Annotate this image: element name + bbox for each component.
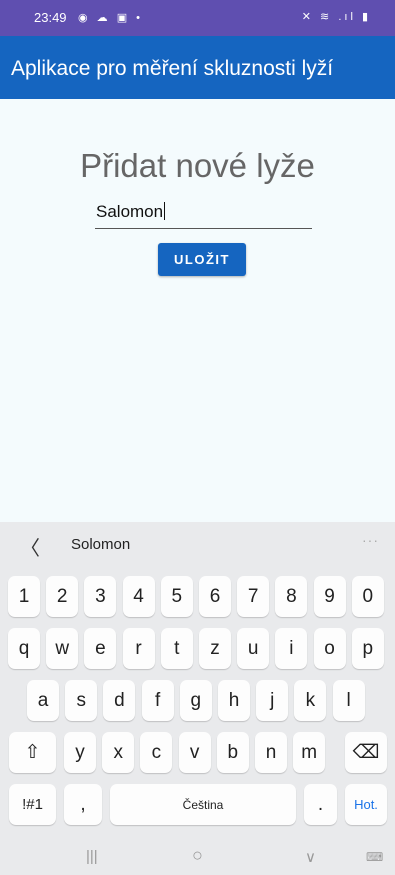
key-b[interactable]: b [216, 732, 249, 773]
key-r[interactable]: r [122, 628, 155, 669]
key-5[interactable]: 5 [160, 576, 193, 617]
key-1[interactable]: 1 [8, 576, 40, 617]
key-f[interactable]: f [141, 680, 174, 721]
navigation-bar: ||| ○ ∨ ⌨ [0, 840, 395, 875]
page-title: Přidat nové lyže [80, 147, 315, 184]
done-key[interactable]: Hot. [345, 784, 387, 825]
key-l[interactable]: l [332, 680, 365, 721]
save-button[interactable]: ULOŽIT [158, 243, 246, 276]
key-x[interactable]: x [102, 732, 135, 773]
comma-key[interactable]: , [64, 784, 102, 825]
text-caret [164, 202, 166, 220]
backspace-key[interactable]: ⌫ [345, 732, 387, 773]
key-z[interactable]: z [199, 628, 231, 669]
more-options-icon[interactable]: ··· [362, 532, 379, 548]
key-y[interactable]: y [64, 732, 96, 773]
key-k[interactable]: k [294, 680, 327, 721]
input-text: Salomon [96, 202, 164, 221]
key-s[interactable]: s [65, 680, 98, 721]
system-status-icons: ✕ ≋ .ıl ▮ [301, 11, 371, 23]
key-o[interactable]: o [313, 628, 346, 669]
key-0[interactable]: 0 [351, 576, 384, 617]
key-j[interactable]: j [256, 680, 289, 721]
period-key[interactable]: . [304, 784, 337, 825]
key-e[interactable]: e [84, 628, 117, 669]
key-p[interactable]: p [351, 628, 384, 669]
key-g[interactable]: g [179, 680, 212, 721]
key-u[interactable]: u [237, 628, 270, 669]
key-9[interactable]: 9 [313, 576, 346, 617]
shift-key[interactable]: ⇧ [9, 732, 56, 773]
key-4[interactable]: 4 [122, 576, 155, 617]
key-d[interactable]: d [103, 680, 136, 721]
key-i[interactable]: i [275, 628, 308, 669]
key-3[interactable]: 3 [84, 576, 117, 617]
symbols-key[interactable]: !#1 [9, 784, 56, 825]
app-title: Aplikace pro měření skluznosti lyží [11, 57, 334, 80]
status-time: 23:49 [34, 10, 67, 25]
key-q[interactable]: q [8, 628, 40, 669]
recents-icon[interactable]: ||| [86, 848, 98, 865]
notification-icons: ◉ ☁ ▣ • [78, 12, 144, 24]
suggestion-back-icon[interactable]: 〈 [20, 532, 40, 561]
ski-name-input-value: Salomon [96, 202, 166, 222]
key-8[interactable]: 8 [275, 576, 308, 617]
key-6[interactable]: 6 [199, 576, 231, 617]
key-t[interactable]: t [160, 628, 193, 669]
suggestion-bar: 〈 Solomon ··· [0, 522, 395, 566]
key-n[interactable]: n [255, 732, 287, 773]
key-v[interactable]: v [178, 732, 211, 773]
ski-name-input[interactable]: Salomon [95, 196, 312, 229]
key-2[interactable]: 2 [46, 576, 79, 617]
keyboard-switch-icon[interactable]: ⌨ [366, 850, 383, 864]
space-key[interactable]: Čeština [110, 784, 296, 825]
suggestion-word[interactable]: Solomon [71, 536, 130, 553]
key-m[interactable]: m [293, 732, 326, 773]
status-bar: 23:49 ◉ ☁ ▣ • ✕ ≋ .ıl ▮ [0, 0, 395, 36]
key-a[interactable]: a [27, 680, 59, 721]
key-h[interactable]: h [218, 680, 250, 721]
back-icon[interactable]: ∨ [305, 848, 316, 866]
key-w[interactable]: w [46, 628, 79, 669]
soft-keyboard: 〈 Solomon ··· 1234567890 qwertzuiop asdfgh… [0, 522, 395, 875]
key-c[interactable]: c [140, 732, 173, 773]
key-7[interactable]: 7 [237, 576, 270, 617]
home-icon[interactable]: ○ [192, 845, 203, 866]
app-bar: Aplikace pro měření skluznosti lyží [0, 36, 395, 99]
